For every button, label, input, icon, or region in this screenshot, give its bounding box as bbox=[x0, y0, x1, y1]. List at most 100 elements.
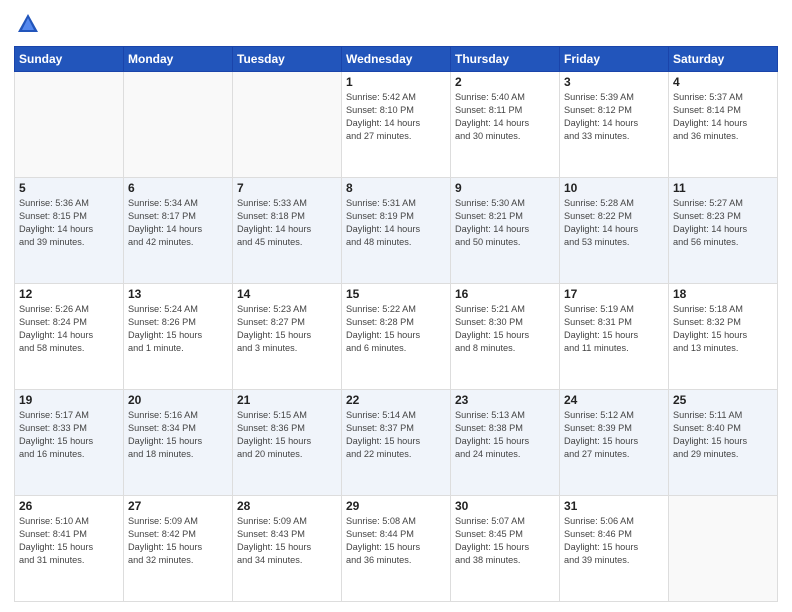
day-cell: 21Sunrise: 5:15 AM Sunset: 8:36 PM Dayli… bbox=[233, 390, 342, 496]
day-number: 20 bbox=[128, 393, 228, 407]
day-info: Sunrise: 5:19 AM Sunset: 8:31 PM Dayligh… bbox=[564, 303, 664, 355]
day-info: Sunrise: 5:16 AM Sunset: 8:34 PM Dayligh… bbox=[128, 409, 228, 461]
day-info: Sunrise: 5:30 AM Sunset: 8:21 PM Dayligh… bbox=[455, 197, 555, 249]
day-number: 17 bbox=[564, 287, 664, 301]
day-number: 14 bbox=[237, 287, 337, 301]
day-number: 2 bbox=[455, 75, 555, 89]
logo-icon bbox=[14, 10, 42, 38]
day-info: Sunrise: 5:39 AM Sunset: 8:12 PM Dayligh… bbox=[564, 91, 664, 143]
day-info: Sunrise: 5:27 AM Sunset: 8:23 PM Dayligh… bbox=[673, 197, 773, 249]
day-number: 24 bbox=[564, 393, 664, 407]
day-number: 16 bbox=[455, 287, 555, 301]
page: SundayMondayTuesdayWednesdayThursdayFrid… bbox=[0, 0, 792, 612]
day-cell: 14 Sunrise: 5:23 AM Sunset: 8:27 PM Dayli… bbox=[233, 284, 342, 390]
week-row-5: 26 Sunrise: 5:10 AM Sunset: 8:41 PM Dayli… bbox=[15, 496, 778, 602]
week-row-2: 5 Sunrise: 5:36 AM Sunset: 8:15 PM Daylig… bbox=[15, 178, 778, 284]
day-number: 12 bbox=[19, 287, 119, 301]
day-cell: 12 Sunrise: 5:26 AM Sunset: 8:24 PM Dayli… bbox=[15, 284, 124, 390]
day-cell: 2 Sunrise: 5:40 AM Sunset: 8:11 PM Daylig… bbox=[451, 72, 560, 178]
day-cell: 4 Sunrise: 5:37 AM Sunset: 8:14 PM Daylig… bbox=[669, 72, 778, 178]
day-info: Sunrise: 5:36 AM Sunset: 8:15 PM Dayligh… bbox=[19, 197, 119, 249]
day-info: Sunrise: 5:18 AM Sunset: 8:32 PM Dayligh… bbox=[673, 303, 773, 355]
weekday-friday: Friday bbox=[560, 47, 669, 72]
day-cell bbox=[15, 72, 124, 178]
day-info: Sunrise: 5:13 AM Sunset: 8:38 PM Dayligh… bbox=[455, 409, 555, 461]
day-info: Sunrise: 5:23 AM Sunset: 8:27 PM Dayligh… bbox=[237, 303, 337, 355]
day-cell: 27Sunrise: 5:09 AM Sunset: 8:42 PM Dayli… bbox=[124, 496, 233, 602]
week-row-4: 19 Sunrise: 5:17 AM Sunset: 8:33 PM Dayli… bbox=[15, 390, 778, 496]
day-number: 19 bbox=[19, 393, 119, 407]
week-row-1: 1Sunrise: 5:42 AM Sunset: 8:10 PM Daylig… bbox=[15, 72, 778, 178]
day-number: 13 bbox=[128, 287, 228, 301]
day-info: Sunrise: 5:26 AM Sunset: 8:24 PM Dayligh… bbox=[19, 303, 119, 355]
weekday-sunday: Sunday bbox=[15, 47, 124, 72]
day-cell: 20 Sunrise: 5:16 AM Sunset: 8:34 PM Dayli… bbox=[124, 390, 233, 496]
day-number: 3 bbox=[564, 75, 664, 89]
day-cell: 16Sunrise: 5:21 AM Sunset: 8:30 PM Dayli… bbox=[451, 284, 560, 390]
weekday-monday: Monday bbox=[124, 47, 233, 72]
day-info: Sunrise: 5:17 AM Sunset: 8:33 PM Dayligh… bbox=[19, 409, 119, 461]
day-info: Sunrise: 5:11 AM Sunset: 8:40 PM Dayligh… bbox=[673, 409, 773, 461]
day-info: Sunrise: 5:24 AM Sunset: 8:26 PM Dayligh… bbox=[128, 303, 228, 355]
day-number: 29 bbox=[346, 499, 446, 513]
day-cell: 15 Sunrise: 5:22 AM Sunset: 8:28 PM Dayli… bbox=[342, 284, 451, 390]
day-cell: 5 Sunrise: 5:36 AM Sunset: 8:15 PM Daylig… bbox=[15, 178, 124, 284]
day-cell: 23Sunrise: 5:13 AM Sunset: 8:38 PM Dayli… bbox=[451, 390, 560, 496]
day-number: 25 bbox=[673, 393, 773, 407]
day-number: 8 bbox=[346, 181, 446, 195]
day-cell: 24 Sunrise: 5:12 AM Sunset: 8:39 PM Dayli… bbox=[560, 390, 669, 496]
day-cell: 22 Sunrise: 5:14 AM Sunset: 8:37 PM Dayli… bbox=[342, 390, 451, 496]
weekday-saturday: Saturday bbox=[669, 47, 778, 72]
day-cell: 28Sunrise: 5:09 AM Sunset: 8:43 PM Dayli… bbox=[233, 496, 342, 602]
day-number: 4 bbox=[673, 75, 773, 89]
day-number: 9 bbox=[455, 181, 555, 195]
day-number: 18 bbox=[673, 287, 773, 301]
day-number: 7 bbox=[237, 181, 337, 195]
day-number: 27 bbox=[128, 499, 228, 513]
day-info: Sunrise: 5:33 AM Sunset: 8:18 PM Dayligh… bbox=[237, 197, 337, 249]
day-number: 5 bbox=[19, 181, 119, 195]
day-cell: 9 Sunrise: 5:30 AM Sunset: 8:21 PM Daylig… bbox=[451, 178, 560, 284]
day-cell: 6 Sunrise: 5:34 AM Sunset: 8:17 PM Daylig… bbox=[124, 178, 233, 284]
day-number: 21 bbox=[237, 393, 337, 407]
day-info: Sunrise: 5:22 AM Sunset: 8:28 PM Dayligh… bbox=[346, 303, 446, 355]
weekday-wednesday: Wednesday bbox=[342, 47, 451, 72]
day-cell: 29 Sunrise: 5:08 AM Sunset: 8:44 PM Dayli… bbox=[342, 496, 451, 602]
day-number: 28 bbox=[237, 499, 337, 513]
weekday-thursday: Thursday bbox=[451, 47, 560, 72]
day-info: Sunrise: 5:07 AM Sunset: 8:45 PM Dayligh… bbox=[455, 515, 555, 567]
day-number: 31 bbox=[564, 499, 664, 513]
day-cell bbox=[669, 496, 778, 602]
day-number: 15 bbox=[346, 287, 446, 301]
day-info: Sunrise: 5:34 AM Sunset: 8:17 PM Dayligh… bbox=[128, 197, 228, 249]
day-cell: 31Sunrise: 5:06 AM Sunset: 8:46 PM Dayli… bbox=[560, 496, 669, 602]
day-cell: 1Sunrise: 5:42 AM Sunset: 8:10 PM Daylig… bbox=[342, 72, 451, 178]
day-cell: 13 Sunrise: 5:24 AM Sunset: 8:26 PM Dayli… bbox=[124, 284, 233, 390]
day-cell: 10 Sunrise: 5:28 AM Sunset: 8:22 PM Dayli… bbox=[560, 178, 669, 284]
day-number: 6 bbox=[128, 181, 228, 195]
day-info: Sunrise: 5:10 AM Sunset: 8:41 PM Dayligh… bbox=[19, 515, 119, 567]
day-number: 10 bbox=[564, 181, 664, 195]
day-cell: 3 Sunrise: 5:39 AM Sunset: 8:12 PM Daylig… bbox=[560, 72, 669, 178]
day-cell: 7 Sunrise: 5:33 AM Sunset: 8:18 PM Daylig… bbox=[233, 178, 342, 284]
day-info: Sunrise: 5:37 AM Sunset: 8:14 PM Dayligh… bbox=[673, 91, 773, 143]
day-cell: 25 Sunrise: 5:11 AM Sunset: 8:40 PM Dayli… bbox=[669, 390, 778, 496]
week-row-3: 12 Sunrise: 5:26 AM Sunset: 8:24 PM Dayli… bbox=[15, 284, 778, 390]
day-number: 30 bbox=[455, 499, 555, 513]
day-info: Sunrise: 5:14 AM Sunset: 8:37 PM Dayligh… bbox=[346, 409, 446, 461]
day-cell bbox=[233, 72, 342, 178]
calendar: SundayMondayTuesdayWednesdayThursdayFrid… bbox=[14, 46, 778, 602]
day-cell: 30 Sunrise: 5:07 AM Sunset: 8:45 PM Dayli… bbox=[451, 496, 560, 602]
day-info: Sunrise: 5:40 AM Sunset: 8:11 PM Dayligh… bbox=[455, 91, 555, 143]
day-info: Sunrise: 5:28 AM Sunset: 8:22 PM Dayligh… bbox=[564, 197, 664, 249]
day-cell: 19 Sunrise: 5:17 AM Sunset: 8:33 PM Dayli… bbox=[15, 390, 124, 496]
weekday-tuesday: Tuesday bbox=[233, 47, 342, 72]
day-cell: 17 Sunrise: 5:19 AM Sunset: 8:31 PM Dayli… bbox=[560, 284, 669, 390]
day-info: Sunrise: 5:08 AM Sunset: 8:44 PM Dayligh… bbox=[346, 515, 446, 567]
day-cell: 11Sunrise: 5:27 AM Sunset: 8:23 PM Dayli… bbox=[669, 178, 778, 284]
day-info: Sunrise: 5:12 AM Sunset: 8:39 PM Dayligh… bbox=[564, 409, 664, 461]
day-number: 26 bbox=[19, 499, 119, 513]
day-cell: 26 Sunrise: 5:10 AM Sunset: 8:41 PM Dayli… bbox=[15, 496, 124, 602]
logo bbox=[14, 10, 46, 38]
day-number: 22 bbox=[346, 393, 446, 407]
